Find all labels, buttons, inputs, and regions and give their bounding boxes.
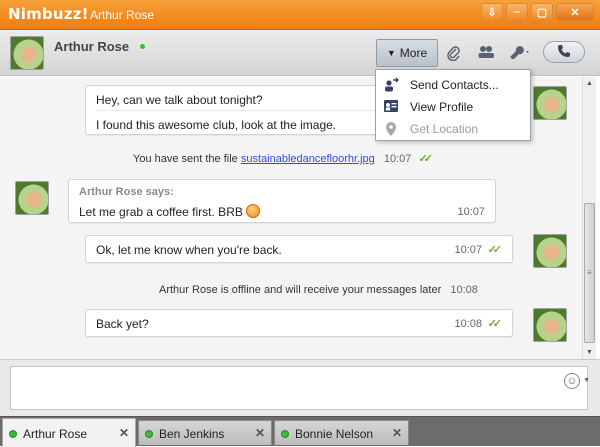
tab-close-icon[interactable]: ✕ [119, 426, 129, 440]
send-contacts-icon [383, 77, 399, 93]
message-text-line: Let me grab a coffee first. BRB [79, 204, 260, 219]
message-text: Hey, can we talk about tonight? [96, 93, 263, 107]
scroll-thumb[interactable]: ≡ [584, 203, 595, 343]
close-button[interactable]: ✕ [556, 3, 594, 21]
phone-icon [557, 44, 571, 61]
minimize-button[interactable]: – [506, 3, 528, 21]
emoticon-picker-icon[interactable]: ☺ [564, 373, 580, 389]
location-pin-icon [383, 121, 399, 137]
contact-avatar[interactable] [10, 36, 44, 70]
tab-arthur-rose[interactable]: Arthur Rose ✕ [2, 418, 136, 447]
tab-close-icon[interactable]: ✕ [255, 426, 265, 440]
pin-button[interactable]: ⇩ [481, 3, 503, 21]
conversation-tabs: Arthur Rose ✕ Ben Jenkins ✕ Bonnie Nelso… [0, 416, 600, 447]
file-sent-prefix: You have sent the file [133, 153, 238, 165]
title-bar: Nimbuzz! Arthur Rose ⇩ – ▢ ✕ [0, 0, 600, 30]
message-time: 10:07 [454, 244, 482, 256]
menu-item-view-profile[interactable]: View Profile [376, 96, 530, 118]
menu-item-send-contacts[interactable]: Send Contacts... [376, 74, 530, 96]
menu-item-get-location: Get Location [376, 118, 530, 140]
offline-notice-text: Arthur Rose is offline and will receive … [159, 284, 442, 296]
window-controls: ⇩ – ▢ ✕ [481, 3, 594, 21]
window-title: Arthur Rose [90, 8, 155, 22]
file-sent-time: 10:07 [383, 153, 412, 165]
presence-online-icon [145, 430, 153, 438]
menu-item-label: View Profile [410, 100, 474, 114]
more-menu: Send Contacts... View Profile Get Locati… [375, 69, 531, 141]
menu-item-label: Get Location [410, 122, 479, 136]
message-bubble: Ok, let me know when you're back. 10:07 … [85, 235, 513, 263]
message-time: 10:08 [454, 318, 482, 330]
smiley-emoticon-icon [245, 204, 260, 218]
tab-label: Ben Jenkins [159, 427, 225, 441]
delivered-check-icon: ✓✓ [487, 318, 503, 330]
delivered-check-icon: ✓✓ [418, 153, 433, 165]
message-text: Let me grab a coffee first. BRB [79, 205, 243, 219]
more-button[interactable]: ▼ More [376, 39, 438, 67]
message-sender: Arthur Rose says: [79, 186, 174, 198]
caret-down-icon: ▼ [386, 48, 396, 58]
grip-icon: ≡ [587, 268, 592, 277]
menu-item-label: Send Contacts... [410, 78, 499, 92]
presence-online-icon [138, 42, 147, 51]
offline-notice: Arthur Rose is offline and will receive … [159, 284, 478, 296]
chat-scrollbar[interactable]: ▲ ≡ ▼ [582, 77, 596, 359]
tab-bonnie-nelson[interactable]: Bonnie Nelson ✕ [274, 420, 409, 445]
message-input[interactable] [10, 366, 588, 410]
call-button[interactable] [543, 41, 585, 63]
message-text: Back yet? [96, 317, 149, 331]
presence-online-icon [281, 430, 289, 438]
presence-online-icon [9, 430, 17, 438]
contacts-icon[interactable] [477, 45, 495, 62]
own-avatar [533, 86, 567, 120]
scroll-up-arrow-icon[interactable]: ▲ [586, 80, 593, 87]
own-avatar [533, 234, 567, 268]
message-time: 10:07 [457, 206, 485, 218]
file-link[interactable]: sustainabledancefloorhr.jpg [241, 153, 375, 165]
message-text: I found this awesome club, look at the i… [96, 118, 337, 132]
own-avatar [533, 308, 567, 342]
tab-close-icon[interactable]: ✕ [392, 426, 402, 440]
delivered-check-icon: ✓✓ [487, 244, 503, 256]
contact-name: Arthur Rose [54, 39, 130, 54]
file-sent-notice: You have sent the file sustainabledancef… [133, 152, 433, 165]
message-bubble: Arthur Rose says: Let me grab a coffee f… [68, 179, 496, 223]
tab-ben-jenkins[interactable]: Ben Jenkins ✕ [138, 420, 272, 445]
tab-label: Bonnie Nelson [295, 427, 374, 441]
maximize-button[interactable]: ▢ [531, 3, 553, 21]
contact-avatar-small [15, 181, 49, 215]
wrench-icon[interactable] [508, 45, 532, 62]
message-bubble: Back yet? 10:08 ✓✓ [85, 309, 513, 337]
compose-area: ☺ ▼ [0, 359, 600, 416]
offline-notice-time: 10:08 [450, 284, 478, 296]
more-button-label: More [399, 46, 428, 60]
paperclip-icon[interactable] [447, 45, 461, 64]
profile-card-icon [383, 99, 399, 115]
tab-label: Arthur Rose [23, 427, 88, 441]
message-text: Ok, let me know when you're back. [96, 243, 282, 257]
scroll-down-arrow-icon[interactable]: ▼ [586, 349, 593, 356]
emoticon-caret-icon[interactable]: ▼ [583, 377, 590, 384]
app-logo: Nimbuzz! [8, 5, 89, 23]
